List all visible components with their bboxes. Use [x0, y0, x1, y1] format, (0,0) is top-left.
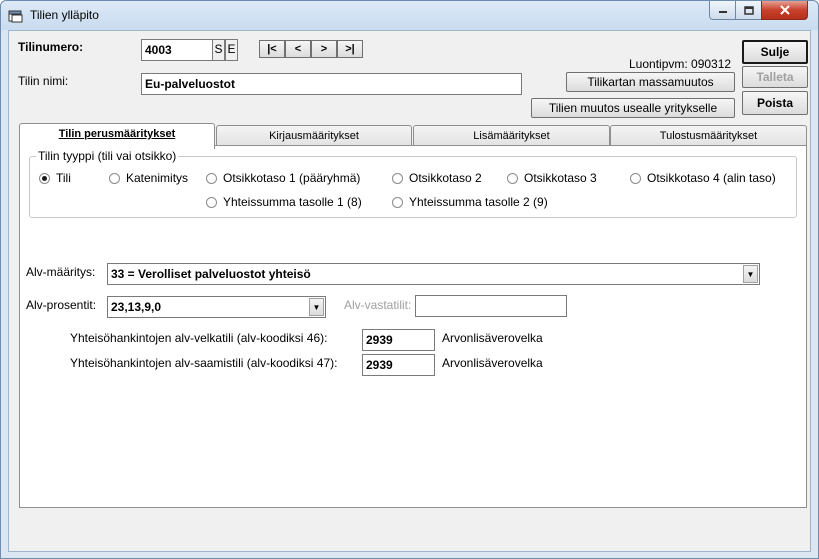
tab-basic-label: Tilin perusmääritykset: [58, 128, 176, 140]
tab-printing[interactable]: Tulostusmääritykset: [610, 125, 807, 146]
account-name-input[interactable]: Eu-palveluostot: [141, 73, 522, 95]
radio-otsikkotaso-1[interactable]: Otsikkotaso 1 (pääryhmä): [206, 171, 360, 185]
vat-percentages-value: 23,13,9,0: [111, 300, 162, 314]
close-window-button[interactable]: [761, 1, 808, 20]
minimize-icon: [718, 11, 727, 13]
radio-empty-icon: [206, 172, 217, 184]
app-window-icon: [8, 10, 23, 23]
tab-basic[interactable]: Tilin perusmääritykset: [19, 123, 215, 149]
account-name-label: Tilin nimi:: [18, 74, 69, 88]
close-icon: [779, 5, 790, 15]
account-type-group: Tilin tyyppi (tili vai otsikko) Tili Kat…: [29, 149, 797, 218]
nav-prev-button[interactable]: <: [285, 40, 311, 58]
minimize-button[interactable]: [709, 1, 736, 20]
radio-empty-icon: [507, 172, 518, 184]
vat-receivable-account-input[interactable]: 2939: [362, 354, 435, 376]
chevron-down-icon[interactable]: ▼: [743, 265, 758, 283]
chevron-down-icon[interactable]: ▼: [309, 298, 324, 316]
radio-otsikkotaso-4[interactable]: Otsikkotaso 4 (alin taso): [630, 171, 776, 185]
client-area: Tilinumero: 4003 S E |< < > >| Luontipvm…: [8, 30, 811, 552]
created-date: Luontipvm: 090312: [629, 57, 732, 71]
nav-first-button[interactable]: |<: [259, 40, 285, 58]
vat-receivable-account-label: Yhteisöhankintojen alv-saamistili (alv-k…: [70, 356, 338, 370]
nav-next-button[interactable]: >: [311, 40, 337, 58]
radio-empty-icon: [392, 196, 403, 208]
main-window: Tilien ylläpito Tilinumero: 4003 S E |< …: [0, 0, 819, 559]
mass-change-button[interactable]: Tilikartan massamuutos: [566, 72, 735, 92]
vat-percentages-label: Alv-prosentit:: [26, 298, 97, 312]
radio-empty-icon: [392, 172, 403, 184]
close-button[interactable]: Sulje: [742, 40, 808, 64]
vat-definition-value: 33 = Verolliset palveluostot yhteisö: [111, 267, 311, 281]
title-bar[interactable]: Tilien ylläpito: [1, 1, 818, 30]
vat-counter-accounts-input[interactable]: [415, 295, 567, 317]
multi-company-button[interactable]: Tilien muutos usealle yritykselle: [531, 98, 735, 118]
vat-debt-account-input[interactable]: 2939: [362, 329, 435, 351]
vat-definition-label: Alv-määritys:: [26, 265, 96, 279]
radio-empty-icon: [206, 196, 217, 208]
tab-panel: Tilin tyyppi (tili vai otsikko) Tili Kat…: [19, 145, 807, 508]
radio-tili[interactable]: Tili: [39, 171, 71, 185]
maximize-icon: [743, 5, 754, 15]
radio-yhteissumma-1[interactable]: Yhteissumma tasolle 1 (8): [206, 195, 362, 209]
account-number-input[interactable]: 4003: [141, 39, 213, 61]
save-button[interactable]: Talleta: [742, 66, 808, 88]
vat-percentages-select[interactable]: 23,13,9,0 ▼: [107, 296, 326, 318]
radio-empty-icon: [109, 172, 120, 184]
delete-button[interactable]: Poista: [742, 91, 808, 115]
vat-debt-account-desc: Arvonlisäverovelka: [442, 331, 543, 345]
radio-otsikkotaso-3[interactable]: Otsikkotaso 3: [507, 171, 597, 185]
tab-posting[interactable]: Kirjausmääritykset: [216, 125, 412, 146]
radio-otsikkotaso-2[interactable]: Otsikkotaso 2: [392, 171, 482, 185]
tab-additional[interactable]: Lisämääritykset: [413, 125, 610, 146]
vat-counter-accounts-label: Alv-vastatilit:: [344, 298, 412, 312]
account-type-legend: Tilin tyyppi (tili vai otsikko): [36, 149, 179, 163]
maximize-button[interactable]: [735, 1, 762, 20]
radio-empty-icon: [630, 172, 641, 184]
window-title: Tilien ylläpito: [30, 8, 99, 22]
vat-receivable-account-desc: Arvonlisäverovelka: [442, 356, 543, 370]
e-toggle[interactable]: E: [225, 39, 238, 61]
vat-definition-select[interactable]: 33 = Verolliset palveluostot yhteisö ▼: [107, 263, 760, 285]
vat-debt-account-label: Yhteisöhankintojen alv-velkatili (alv-ko…: [70, 331, 328, 345]
radio-katenimitys[interactable]: Katenimitys: [109, 171, 188, 185]
nav-last-button[interactable]: >|: [337, 40, 363, 58]
radio-yhteissumma-2[interactable]: Yhteissumma tasolle 2 (9): [392, 195, 548, 209]
s-toggle[interactable]: S: [212, 39, 225, 61]
radio-selected-icon: [39, 172, 50, 184]
account-number-label: Tilinumero:: [18, 40, 84, 54]
